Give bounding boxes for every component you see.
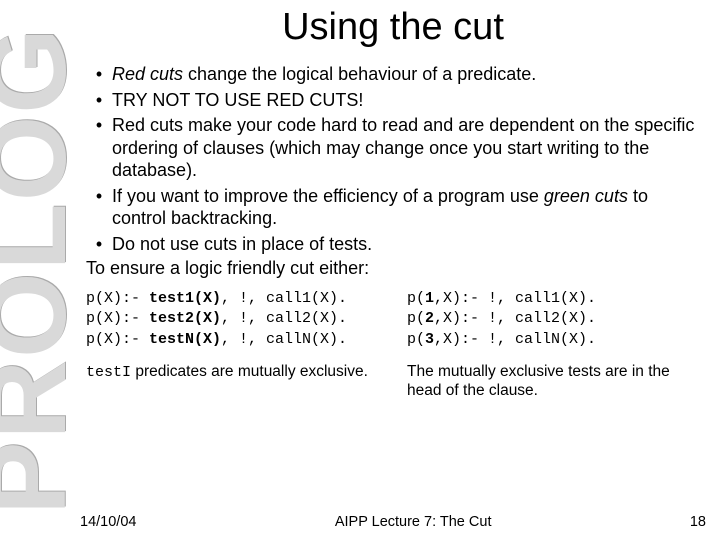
side-prolog-label: PROLOG [0, 0, 62, 540]
bullet-dot: • [86, 185, 112, 230]
bullet-text: Red cuts change the logical behaviour of… [112, 63, 706, 86]
footer-page: 18 [690, 514, 706, 530]
bullet-list: • Red cuts change the logical behaviour … [86, 63, 706, 255]
ensure-line: To ensure a logic friendly cut either: [86, 258, 706, 279]
bullet-item: • Red cuts make your code hard to read a… [86, 114, 706, 182]
right-column: p(1,X):- !, call1(X). p(2,X):- !, call2(… [407, 289, 706, 401]
code-columns: p(X):- test1(X), !, call1(X). p(X):- tes… [86, 289, 706, 401]
bullet-text: If you want to improve the efficiency of… [112, 185, 706, 230]
slide-footer: 14/10/04 AIPP Lecture 7: The Cut 18 [80, 514, 706, 530]
bullet-item: • Red cuts change the logical behaviour … [86, 63, 706, 86]
right-note: The mutually exclusive tests are in the … [407, 362, 706, 401]
bullet-dot: • [86, 114, 112, 182]
left-column: p(X):- test1(X), !, call1(X). p(X):- tes… [86, 289, 385, 401]
bullet-text: TRY NOT TO USE RED CUTS! [112, 89, 706, 112]
bullet-item: • Do not use cuts in place of tests. [86, 233, 706, 256]
left-code-block: p(X):- test1(X), !, call1(X). p(X):- tes… [86, 289, 385, 350]
bullet-text: Red cuts make your code hard to read and… [112, 114, 706, 182]
bullet-text: Do not use cuts in place of tests. [112, 233, 706, 256]
left-note: testI predicates are mutually exclusive. [86, 362, 385, 383]
footer-lecture: AIPP Lecture 7: The Cut [335, 514, 492, 530]
bullet-item: • If you want to improve the efficiency … [86, 185, 706, 230]
slide-title: Using the cut [80, 6, 706, 49]
bullet-item: • TRY NOT TO USE RED CUTS! [86, 89, 706, 112]
footer-date: 14/10/04 [80, 514, 136, 530]
bullet-dot: • [86, 63, 112, 86]
bullet-dot: • [86, 89, 112, 112]
bullet-dot: • [86, 233, 112, 256]
slide-content: Using the cut • Red cuts change the logi… [70, 0, 720, 540]
right-code-block: p(1,X):- !, call1(X). p(2,X):- !, call2(… [407, 289, 706, 350]
